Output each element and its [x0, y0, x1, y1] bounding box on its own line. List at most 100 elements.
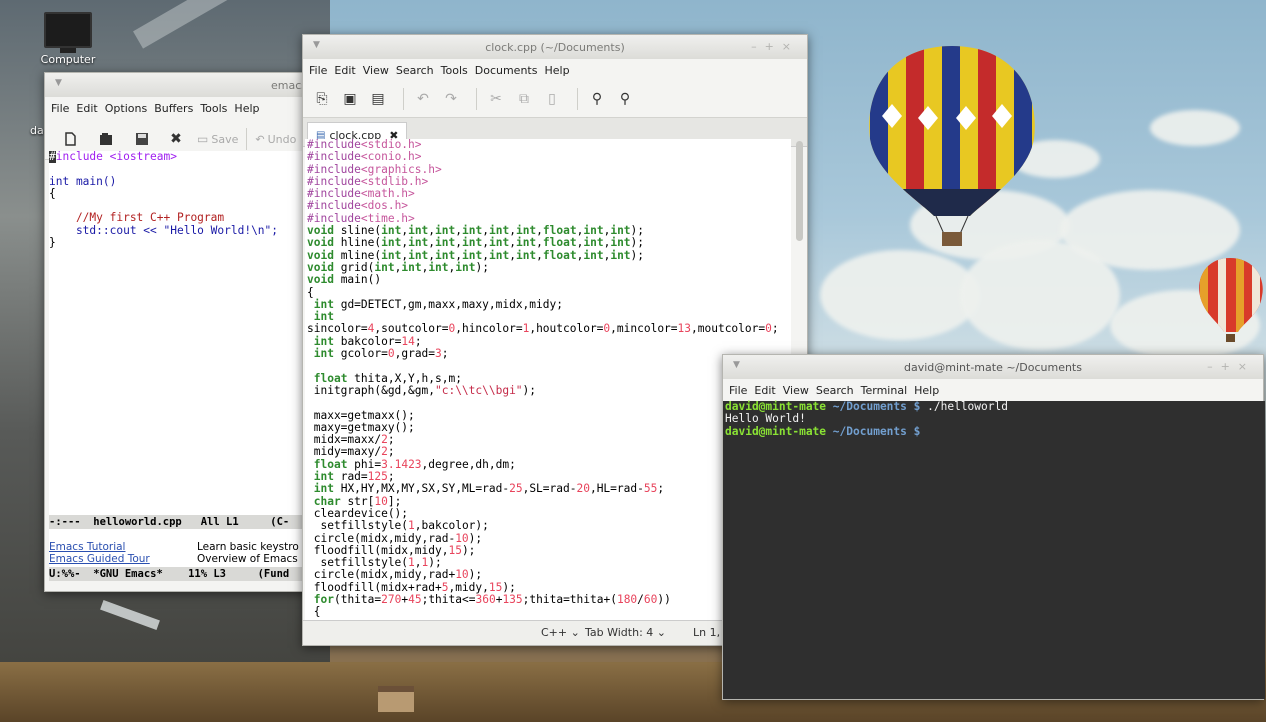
- code-line: int main(): [49, 174, 117, 188]
- terminal-menu-file[interactable]: File: [729, 384, 747, 397]
- undo-label: Undo: [267, 132, 297, 146]
- terminal-output: david@mint-mate ~/Documents $ ./hellowor…: [725, 400, 1265, 438]
- chevron-down-icon: ⌄: [570, 626, 580, 639]
- emacs-menu-file[interactable]: File: [51, 102, 69, 115]
- gedit-code: #include<stdio.h> #include<conio.h> #inc…: [307, 139, 779, 619]
- language-selector[interactable]: C++ ⌄: [541, 626, 580, 639]
- prompt-path: ~/Documents: [832, 400, 907, 413]
- terminal-menu-help[interactable]: Help: [914, 384, 939, 397]
- include-line: include <iostream>: [55, 151, 177, 163]
- gedit-title: clock.cpp (~/Documents): [485, 40, 625, 54]
- terminal-titlebar[interactable]: ▼ david@mint-mate ~/Documents –+×: [723, 355, 1263, 379]
- desktop-computer-icon[interactable]: Computer: [38, 12, 98, 66]
- close-buffer-icon[interactable]: ✖: [165, 128, 187, 150]
- monitor-icon: [44, 12, 92, 48]
- language-label: C++: [541, 626, 568, 639]
- paste-icon[interactable]: ▯: [541, 88, 563, 110]
- gedit-menu-edit[interactable]: Edit: [334, 64, 355, 77]
- new-file-icon[interactable]: [59, 128, 81, 150]
- terminal-menubar: File Edit View Search Terminal Help: [723, 379, 1263, 401]
- command-text: ./helloworld: [927, 400, 1008, 413]
- terminal-window[interactable]: ▼ david@mint-mate ~/Documents –+× File E…: [722, 354, 1265, 700]
- code-line: {: [49, 186, 56, 200]
- maximize-icon[interactable]: +: [765, 40, 782, 53]
- gedit-menu-view[interactable]: View: [363, 64, 389, 77]
- save-button[interactable]: ▭ Save: [197, 132, 238, 146]
- terminal-menu-edit[interactable]: Edit: [754, 384, 775, 397]
- window-controls: –+×: [751, 40, 799, 53]
- splash-row: Emacs Guided Tour Overview of Emacs: [49, 553, 307, 565]
- tab-width-selector[interactable]: Tab Width: 4 ⌄: [585, 626, 666, 639]
- prompt-line: david@mint-mate ~/Documents $ ./hellowor…: [725, 400, 1008, 413]
- window-menu-icon[interactable]: ▼: [313, 40, 320, 50]
- open-icon[interactable]: ▣: [339, 88, 361, 110]
- undo-icon[interactable]: ↶: [412, 88, 434, 110]
- open-folder-icon[interactable]: [95, 128, 117, 150]
- maximize-icon[interactable]: +: [1221, 360, 1238, 373]
- output-line: Hello World!: [725, 412, 806, 426]
- emacs-tutorial-link[interactable]: Emacs Tutorial: [49, 541, 197, 553]
- terminal-title: david@mint-mate ~/Documents: [904, 360, 1082, 374]
- window-controls: –+×: [1207, 360, 1255, 373]
- minimize-icon[interactable]: –: [1207, 360, 1221, 373]
- emacs-modeline-top: -:--- helloworld.cpp All L1 (C-: [49, 515, 307, 529]
- close-icon[interactable]: ×: [1238, 360, 1255, 373]
- splash-desc: Learn basic keystro: [197, 541, 299, 553]
- code-line: std::cout << "Hello World!\n";: [49, 223, 279, 237]
- save-icon[interactable]: ▤: [367, 88, 389, 110]
- gedit-menu-file[interactable]: File: [309, 64, 327, 77]
- hot-air-balloon-large: [869, 46, 1035, 246]
- cut-icon[interactable]: ✂: [485, 88, 507, 110]
- terminal-screen[interactable]: david@mint-mate ~/Documents $ ./hellowor…: [723, 400, 1265, 699]
- cabin: [378, 686, 414, 712]
- emacs-menu-buffers[interactable]: Buffers: [154, 102, 193, 115]
- gedit-editor[interactable]: #include<stdio.h> #include<conio.h> #inc…: [305, 139, 791, 621]
- emacs-window[interactable]: ▼ emacs File Edit Options Buffers Tools …: [44, 72, 312, 592]
- tab-width-label: Tab Width: 4: [585, 626, 654, 639]
- emacs-titlebar[interactable]: ▼ emacs: [45, 73, 311, 97]
- code-line: }: [49, 236, 56, 250]
- window-menu-icon[interactable]: ▼: [733, 360, 740, 370]
- redo-icon[interactable]: ↷: [440, 88, 462, 110]
- close-icon[interactable]: ×: [782, 40, 799, 53]
- emacs-splash-links: Emacs Tutorial Learn basic keystro Emacs…: [49, 541, 307, 565]
- prompt-symbol: $: [913, 400, 921, 413]
- emacs-menu-options[interactable]: Options: [105, 102, 147, 115]
- save-disk-icon[interactable]: [131, 128, 153, 150]
- code-line: #include <iostream>: [49, 151, 177, 163]
- gedit-menu-tools[interactable]: Tools: [441, 64, 468, 77]
- comment-line: //My first C++ Program: [49, 211, 225, 225]
- gedit-menu-documents[interactable]: Documents: [475, 64, 538, 77]
- chevron-down-icon: ⌄: [656, 626, 666, 639]
- save-label: Save: [211, 132, 239, 146]
- window-menu-icon[interactable]: ▼: [55, 78, 62, 88]
- terminal-menu-view[interactable]: View: [783, 384, 809, 397]
- hot-air-balloon-small: [1199, 258, 1263, 342]
- emacs-menubar: File Edit Options Buffers Tools Help: [45, 97, 311, 119]
- emacs-modeline-bottom: U:%%- *GNU Emacs* 11% L3 (Fund: [49, 567, 307, 581]
- search-icon[interactable]: ⚲: [586, 88, 608, 110]
- splash-desc: Overview of Emacs: [197, 553, 298, 565]
- prompt-user: david@mint-mate: [725, 400, 827, 413]
- copy-icon[interactable]: ⧉: [513, 88, 535, 110]
- undo-button[interactable]: ↶ Undo: [255, 133, 296, 146]
- desktop-icon-label: Computer: [40, 53, 96, 66]
- terminal-menu-search[interactable]: Search: [816, 384, 854, 397]
- gedit-menu-search[interactable]: Search: [396, 64, 434, 77]
- gedit-menu-help[interactable]: Help: [544, 64, 569, 77]
- emacs-menu-tools[interactable]: Tools: [200, 102, 227, 115]
- emacs-code: #include <iostream> int main() { //My fi…: [49, 151, 307, 249]
- terminal-menu-terminal[interactable]: Terminal: [861, 384, 908, 397]
- gedit-titlebar[interactable]: ▼ clock.cpp (~/Documents) –+×: [303, 35, 807, 59]
- prompt-user: david@mint-mate: [725, 424, 827, 438]
- search-replace-icon[interactable]: ⚲: [614, 88, 636, 110]
- prompt-path: ~/Documents: [832, 424, 907, 438]
- emacs-menu-help[interactable]: Help: [234, 102, 259, 115]
- minimize-icon[interactable]: –: [751, 40, 765, 53]
- new-document-icon[interactable]: ⎘: [311, 88, 333, 110]
- emacs-guided-tour-link[interactable]: Emacs Guided Tour: [49, 553, 197, 565]
- prompt-symbol: $: [913, 424, 921, 438]
- emacs-menu-edit[interactable]: Edit: [76, 102, 97, 115]
- vertical-scrollbar[interactable]: [796, 141, 803, 241]
- desktop-partial-label: da: [30, 124, 44, 137]
